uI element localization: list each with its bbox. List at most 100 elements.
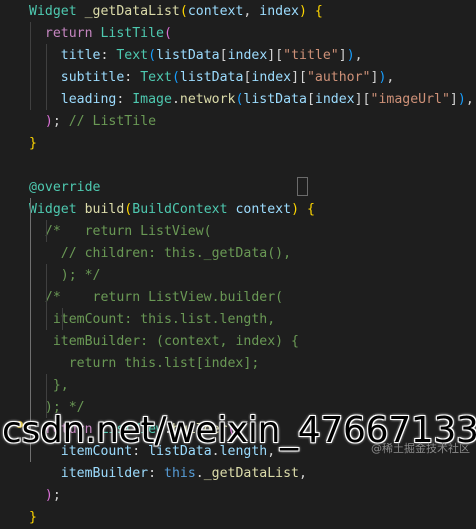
code-token: [ [219,48,228,63]
code-token: title [60,48,101,63]
code-token: : [124,70,141,85]
code-token: // children: this._getData(), [60,246,292,261]
code-line[interactable]: itemCount: this.list.length, [29,309,275,331]
code-token: , [243,4,260,19]
indent-guide [46,264,47,330]
code-token: Image [132,92,172,107]
code-line[interactable]: @override [29,177,100,199]
code-token: [ [306,92,315,107]
code-line[interactable]: /* return ListView( [29,221,212,243]
code-token: @override [29,180,101,195]
code-token: ) [291,202,300,217]
code-token: "author" [306,70,371,85]
code-token: return [44,26,93,41]
code-line[interactable]: itemBuilder: (context, index) { [29,331,299,353]
code-token: ][ [291,70,307,85]
code-line[interactable]: } [29,133,37,155]
code-token: Widget [29,202,77,217]
code-token: /* return ListView.builder( [44,290,284,305]
code-line[interactable]: leading: Image.network(listData[index]["… [29,89,474,111]
code-line[interactable]: }, [29,375,69,397]
code-token: // ListTile [68,114,157,129]
code-token: ( [148,48,157,63]
code-token: index [251,70,292,85]
code-token: listData [156,48,220,63]
code-token: Widget [29,4,77,19]
code-token: ); */ [60,268,101,283]
code-line[interactable]: /* return ListView.builder( [29,287,283,309]
code-token: _getDataList [203,466,299,481]
bracket-match-highlight [297,177,308,196]
code-token: listData [179,70,244,85]
code-token: . [171,92,180,107]
code-line[interactable]: } [29,507,37,529]
code-token: index [227,48,268,63]
code-line[interactable]: // children: this._getData(), [29,243,291,265]
code-token: : [116,92,133,107]
code-token: ; [52,114,69,129]
code-line[interactable]: ); */ [29,265,101,287]
code-token: ; [52,488,61,503]
code-token: subtitle [60,70,125,85]
code-token: }, [52,378,69,393]
code-token: "title" [283,48,339,63]
code-line[interactable]: return ListTile( [29,23,172,45]
code-line[interactable]: return this.list[index]; [29,353,260,375]
code-token: : [100,48,117,63]
code-token: _getDataList [84,4,180,19]
code-line[interactable]: ); // ListTile [29,111,156,133]
code-line[interactable]: Widget build(BuildContext context) { [29,199,315,221]
code-line[interactable]: subtitle: Text(listData[index]["author"]… [29,67,395,89]
code-token: ( [164,26,172,41]
code-token: "imageUrl" [370,92,450,107]
code-token: ][ [267,48,284,63]
code-token: } [29,136,37,151]
code-line[interactable]: itemBuilder: this._getDataList, [29,463,307,485]
code-token: network [179,92,236,107]
indent-guide [62,308,63,330]
code-token: itemBuilder: (context, index) { [52,334,299,349]
code-editor[interactable]: Widget _getDataList(context, index) { re… [0,0,476,525]
code-token: { [306,202,315,217]
code-token: , [386,70,395,85]
code-token: index [259,4,299,19]
code-token: this [164,466,196,481]
juejin-watermark: @稀土掘金技术社区 [371,442,470,455]
code-token: build [84,202,125,217]
code-token: ) [299,4,307,19]
code-token: itemCount: this.list.length, [52,312,276,327]
code-token: Text [140,70,172,85]
code-token: { [314,4,323,19]
code-line[interactable]: Widget _getDataList(context, index) { [29,1,323,23]
code-token: ( [179,4,188,19]
code-token: /* return ListView( [44,224,212,239]
code-token: ] [449,92,458,107]
code-token: , [299,466,307,481]
code-token: Text [116,48,149,63]
indent-guide [30,22,31,110]
code-token: itemBuilder [60,466,149,481]
code-line[interactable]: title: Text(listData[index]["title"]), [29,45,363,67]
code-token: context [235,202,292,217]
code-token: ] [338,48,347,63]
code-token: ListTile [100,26,165,41]
code-token: : [148,466,164,481]
code-line[interactable]: ); [29,485,61,507]
code-token: return this.list[index]; [68,356,260,371]
